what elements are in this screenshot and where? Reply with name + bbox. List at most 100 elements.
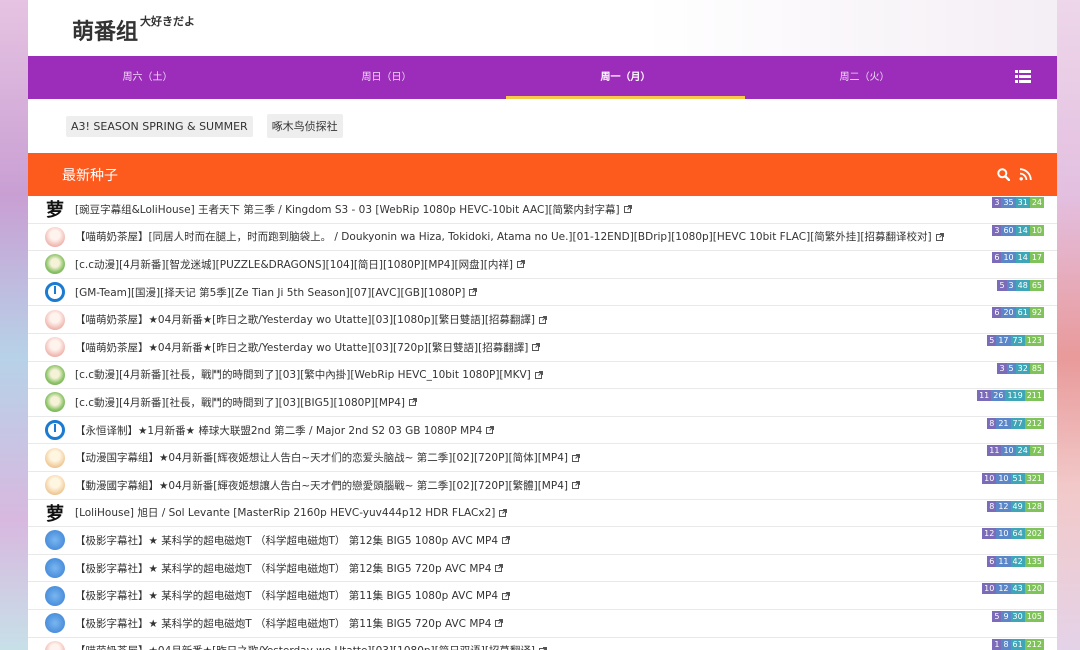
external-link-icon[interactable] bbox=[571, 481, 580, 490]
torrent-row: 【极影字幕社】★ 某科学的超电磁炮T （科学超电磁炮T） 第11集 BIG5 7… bbox=[28, 610, 1057, 638]
stat-badge-c: 31 bbox=[1015, 197, 1030, 208]
stat-badge-d: 24 bbox=[1029, 197, 1044, 208]
stat-badge-b: 8 bbox=[1001, 638, 1011, 650]
team-avatar[interactable]: 萝 bbox=[45, 199, 65, 220]
torrent-stats: 6 10 14 17 bbox=[992, 252, 1044, 264]
torrent-title-link[interactable]: [GM-Team][国漫][择天记 第5季][Ze Tian Ji 5th Se… bbox=[75, 285, 465, 300]
torrent-title-link[interactable]: 【永恒译制】★1月新番★ 棒球大联盟2nd 第二季 / Major 2nd S2… bbox=[75, 423, 482, 438]
external-link-icon[interactable] bbox=[409, 398, 418, 407]
stat-badge-d: 10 bbox=[1029, 224, 1044, 236]
external-link-icon[interactable] bbox=[469, 288, 478, 297]
stat-badge-b: 21 bbox=[996, 417, 1011, 429]
torrent-title-link[interactable]: [LoliHouse] 旭日 / Sol Levante [MasterRip … bbox=[75, 505, 495, 520]
team-avatar[interactable] bbox=[45, 364, 65, 385]
external-link-icon[interactable] bbox=[495, 564, 504, 573]
nav-tab-1[interactable]: 周日（日） bbox=[267, 56, 506, 99]
stat-badge-c: 14 bbox=[1015, 252, 1030, 264]
torrent-row: 【喵萌奶茶屋】★04月新番★[昨日之歌/Yesterday wo Utatte]… bbox=[28, 306, 1057, 334]
external-link-icon[interactable] bbox=[571, 453, 580, 462]
external-link-icon[interactable] bbox=[623, 205, 632, 214]
external-link-icon[interactable] bbox=[495, 619, 504, 628]
team-avatar[interactable] bbox=[45, 282, 65, 303]
torrent-row: 【极影字幕社】★ 某科学的超电磁炮T （科学超电磁炮T） 第12集 BIG5 1… bbox=[28, 527, 1057, 555]
team-avatar[interactable] bbox=[45, 613, 65, 634]
team-avatar[interactable] bbox=[45, 447, 65, 468]
torrent-row: 萝 [豌豆字幕组&LoliHouse] 王者天下 第三季 / Kingdom S3… bbox=[28, 196, 1057, 224]
torrent-title-link[interactable]: 【喵萌奶茶屋】★04月新番★[昨日之歌/Yesterday wo Utatte]… bbox=[75, 643, 535, 650]
stat-badge-d: 128 bbox=[1024, 500, 1044, 512]
torrent-stats: 10 10 51 321 bbox=[982, 472, 1044, 484]
bangumi-tag[interactable]: A3! SEASON SPRING & SUMMER bbox=[66, 115, 253, 137]
site-logo[interactable]: 萌番组 bbox=[72, 14, 138, 46]
stat-badge-c: 49 bbox=[1010, 500, 1025, 512]
torrent-title-link[interactable]: 【喵萌奶茶屋】[同居人时而在腿上，时而跑到脑袋上。 / Doukyonin wa… bbox=[75, 229, 932, 244]
nav-tab-0[interactable]: 周六（土） bbox=[28, 56, 267, 99]
torrent-row: 【极影字幕社】★ 某科学的超电磁炮T （科学超电磁炮T） 第12集 BIG5 7… bbox=[28, 555, 1057, 583]
stat-badge-a: 8 bbox=[987, 417, 997, 429]
external-link-icon[interactable] bbox=[516, 260, 525, 269]
team-avatar[interactable] bbox=[45, 337, 65, 358]
torrent-title-link[interactable]: [c.c動漫][4月新番][社長，戰鬥的時間到了][03][繁中內掛][WebR… bbox=[75, 367, 531, 382]
team-avatar[interactable] bbox=[45, 254, 65, 275]
external-link-icon[interactable] bbox=[486, 426, 495, 435]
torrent-stats: 10 12 43 120 bbox=[982, 583, 1044, 595]
torrent-stats: 8 12 49 128 bbox=[987, 500, 1044, 512]
torrent-title-link[interactable]: [豌豆字幕组&LoliHouse] 王者天下 第三季 / Kingdom S3 … bbox=[75, 202, 620, 217]
external-link-icon[interactable] bbox=[502, 536, 511, 545]
list-icon[interactable] bbox=[1015, 70, 1031, 84]
torrent-stats: 5 9 30 105 bbox=[992, 610, 1044, 622]
torrent-stats: 11 26 119 211 bbox=[977, 390, 1044, 402]
torrent-title-link[interactable]: [c.c动漫][4月新番][智龙迷城][PUZZLE&DRAGONS][104]… bbox=[75, 257, 513, 272]
stat-badge-c: 14 bbox=[1015, 224, 1030, 236]
team-avatar[interactable] bbox=[45, 585, 65, 606]
torrent-row: 【极影字幕社】★ 某科学的超电磁炮T （科学超电磁炮T） 第11集 BIG5 1… bbox=[28, 582, 1057, 610]
search-icon[interactable] bbox=[997, 168, 1010, 181]
stat-badge-b: 11 bbox=[996, 555, 1011, 567]
torrent-title-link[interactable]: 【极影字幕社】★ 某科学的超电磁炮T （科学超电磁炮T） 第12集 BIG5 1… bbox=[75, 533, 498, 548]
external-link-icon[interactable] bbox=[499, 508, 508, 517]
external-link-icon[interactable] bbox=[502, 591, 511, 600]
stat-badge-a: 3 bbox=[997, 362, 1007, 374]
page-background-left bbox=[0, 0, 28, 650]
team-avatar[interactable] bbox=[45, 558, 65, 579]
team-avatar[interactable] bbox=[45, 226, 65, 247]
external-link-icon[interactable] bbox=[532, 343, 541, 352]
torrent-title-link[interactable]: 【极影字幕社】★ 某科学的超电磁炮T （科学超电磁炮T） 第11集 BIG5 7… bbox=[75, 616, 491, 631]
stat-badge-b: 17 bbox=[996, 334, 1011, 346]
stat-badge-b: 35 bbox=[1001, 197, 1016, 208]
team-avatar[interactable] bbox=[45, 420, 65, 441]
stat-badge-a: 8 bbox=[987, 500, 997, 512]
torrent-title-link[interactable]: 【极影字幕社】★ 某科学的超电磁炮T （科学超电磁炮T） 第11集 BIG5 1… bbox=[75, 588, 498, 603]
torrent-title-link[interactable]: 【极影字幕社】★ 某科学的超电磁炮T （科学超电磁炮T） 第12集 BIG5 7… bbox=[75, 561, 491, 576]
stat-badge-c: 43 bbox=[1010, 583, 1025, 595]
torrent-title-link[interactable]: 【动漫国字幕组】★04月新番[辉夜姬想让人告白~天才们的恋爱头脑战~ 第二季][… bbox=[75, 450, 568, 465]
nav-tab-2[interactable]: 周一（月） bbox=[506, 56, 745, 99]
external-link-icon[interactable] bbox=[935, 232, 944, 241]
bangumi-tag[interactable]: 啄木鸟侦探社 bbox=[266, 114, 343, 138]
stat-badge-b: 20 bbox=[1001, 307, 1016, 319]
nav-tab-3[interactable]: 周二（火） bbox=[745, 56, 984, 99]
team-avatar[interactable] bbox=[45, 530, 65, 551]
stat-badge-d: 211 bbox=[1024, 390, 1044, 402]
torrent-stats: 1 8 61 212 bbox=[992, 638, 1044, 650]
rss-icon[interactable] bbox=[1019, 168, 1032, 181]
stat-badge-a: 5 bbox=[987, 334, 997, 346]
stat-badge-a: 1 bbox=[992, 638, 1002, 650]
stat-badge-c: 77 bbox=[1010, 417, 1025, 429]
torrent-row: [GM-Team][国漫][择天记 第5季][Ze Tian Ji 5th Se… bbox=[28, 279, 1057, 307]
team-avatar[interactable]: 萝 bbox=[45, 502, 65, 523]
torrent-row: 【动漫国字幕组】★04月新番[辉夜姬想让人告白~天才们的恋爱头脑战~ 第二季][… bbox=[28, 444, 1057, 472]
external-link-icon[interactable] bbox=[539, 315, 548, 324]
torrent-title-link[interactable]: 【喵萌奶茶屋】★04月新番★[昨日之歌/Yesterday wo Utatte]… bbox=[75, 340, 528, 355]
team-avatar[interactable] bbox=[45, 475, 65, 496]
team-avatar[interactable] bbox=[45, 640, 65, 650]
team-avatar[interactable] bbox=[45, 309, 65, 330]
team-avatar[interactable] bbox=[45, 392, 65, 413]
torrent-row: 【喵萌奶茶屋】★04月新番★[昨日之歌/Yesterday wo Utatte]… bbox=[28, 638, 1057, 650]
stat-badge-a: 11 bbox=[977, 390, 992, 402]
torrent-title-link[interactable]: 【喵萌奶茶屋】★04月新番★[昨日之歌/Yesterday wo Utatte]… bbox=[75, 312, 535, 327]
torrent-title-link[interactable]: 【動漫國字幕組】★04月新番[輝夜姬想讓人告白~天才們的戀愛頭腦戰~ 第二季][… bbox=[75, 478, 568, 493]
external-link-icon[interactable] bbox=[534, 370, 543, 379]
stat-badge-b: 12 bbox=[996, 500, 1011, 512]
torrent-title-link[interactable]: [c.c動漫][4月新番][社長，戰鬥的時間到了][03][BIG5][1080… bbox=[75, 395, 405, 410]
